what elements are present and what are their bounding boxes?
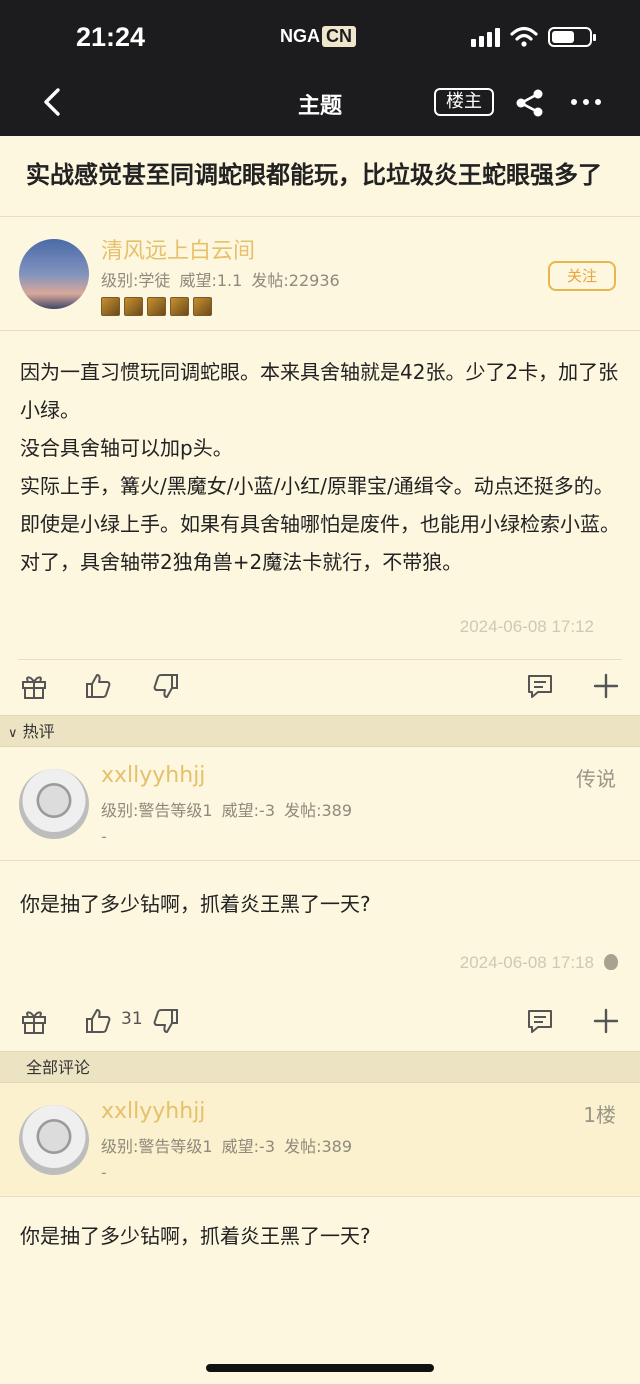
author-name[interactable]: 清风远上白云间 — [101, 233, 255, 265]
author-extra: - — [101, 1163, 107, 1182]
logo-text: NGA — [280, 25, 320, 46]
post-action-bar — [18, 659, 622, 715]
author-meta: 级别:警告等级1 威望:-3 发帖:389 — [101, 801, 353, 820]
thumbs-down-icon[interactable] — [152, 672, 180, 700]
share-icon[interactable] — [514, 88, 546, 118]
battery-icon — [548, 27, 596, 47]
status-time: 21:24 — [76, 22, 146, 52]
more-icon[interactable] — [568, 90, 604, 114]
post-time-text: 2024-06-08 17:12 — [459, 617, 594, 636]
owner-only-button[interactable]: 楼主 — [434, 88, 494, 116]
comment-icon[interactable] — [526, 1007, 554, 1035]
hot-comments-header[interactable]: ∨ 热评 — [0, 715, 640, 747]
author-meta: 级别:警告等级1 威望:-3 发帖:389 — [101, 1137, 353, 1156]
all-comments-header: 全部评论 — [0, 1051, 640, 1083]
avatar[interactable] — [19, 1105, 89, 1175]
comment-time-text: 2024-06-08 17:18 — [459, 953, 594, 972]
post-paragraph: 因为一直习惯玩同调蛇眼。本来具舍轴就是42张。少了2卡，加了张小绿。 — [20, 360, 619, 422]
badge-icon — [170, 297, 189, 316]
topic-title: 实战感觉甚至同调蛇眼都能玩，比垃圾炎王蛇眼强多了 — [0, 136, 640, 217]
gift-icon[interactable] — [20, 672, 48, 700]
author-name[interactable]: xxllyyhhjj — [101, 763, 205, 788]
apple-device-icon — [604, 954, 618, 970]
hot-comment-body: 你是抽了多少钻啊，抓着炎王黑了一天? — [0, 861, 640, 923]
post-paragraph: 即使是小绿上手。如果有具舍轴哪怕是废件，也能用小绿检索小蓝。 — [20, 512, 620, 536]
add-icon[interactable] — [592, 672, 620, 700]
app-logo: NGA CN — [280, 24, 356, 48]
post-body: 因为一直习惯玩同调蛇眼。本来具舍轴就是42张。少了2卡，加了张小绿。 没合具舍轴… — [0, 331, 640, 581]
logo-suffix: CN — [322, 25, 356, 47]
wifi-icon — [510, 26, 538, 47]
badge-icon — [124, 297, 143, 316]
chevron-down-icon: ∨ — [8, 726, 18, 741]
badge-icon — [193, 297, 212, 316]
follow-button[interactable]: 关注 — [548, 261, 616, 291]
comment-action-bar: 31 — [18, 995, 622, 1051]
home-indicator[interactable] — [206, 1364, 434, 1372]
back-arrow-icon[interactable] — [34, 84, 70, 120]
add-icon[interactable] — [592, 1007, 620, 1035]
hot-comments-label: 热评 — [22, 722, 55, 741]
comment-timestamp: 2024-06-08 17:18 — [0, 953, 640, 995]
comment-text: 你是抽了多少钻啊，抓着炎王黑了一天? — [20, 1224, 371, 1248]
author-meta: 级别:学徒 威望:1.1 发帖:22936 — [101, 271, 340, 290]
user-badges — [101, 297, 212, 316]
thumbs-down-icon[interactable] — [152, 1007, 180, 1035]
floor1-author-header: xxllyyhhjj 级别:警告等级1 威望:-3 发帖:389 - 1楼 — [0, 1083, 640, 1197]
post-paragraph: 没合具舍轴可以加p头。 — [20, 436, 233, 460]
author-extra: - — [101, 827, 107, 846]
comment-tag: 传说 — [576, 767, 616, 791]
gift-icon[interactable] — [20, 1007, 48, 1035]
thumbs-up-icon[interactable] — [84, 1007, 112, 1035]
floor-number: 1楼 — [583, 1103, 616, 1127]
cellular-signal-icon — [471, 27, 500, 47]
avatar[interactable] — [19, 769, 89, 839]
post-paragraph: 实际上手，篝火/黑魔女/小蓝/小红/原罪宝/通缉令。动点还挺多的。 — [20, 474, 614, 498]
status-icons — [471, 26, 596, 48]
comment-icon[interactable] — [526, 672, 554, 700]
comment-text: 你是抽了多少钻啊，抓着炎王黑了一天? — [20, 892, 371, 916]
badge-icon — [147, 297, 166, 316]
author-name[interactable]: xxllyyhhjj — [101, 1099, 205, 1124]
hot-comment-author-header: xxllyyhhjj 级别:警告等级1 威望:-3 发帖:389 - 传说 — [0, 747, 640, 861]
post-timestamp: 2024-06-08 17:12 — [0, 617, 640, 659]
post-paragraph: 对了，具舍轴带2独角兽+2魔法卡就行，不带狼。 — [20, 550, 463, 574]
thumbs-up-icon[interactable] — [84, 672, 112, 700]
all-comments-label: 全部评论 — [26, 1058, 91, 1077]
post-author-header: 清风远上白云间 级别:学徒 威望:1.1 发帖:22936 关注 — [0, 217, 640, 331]
avatar[interactable] — [19, 239, 89, 309]
like-count: 31 — [121, 1009, 143, 1029]
floor1-body: 你是抽了多少钻啊，抓着炎王黑了一天? — [0, 1197, 640, 1255]
top-bar: 21:24 NGA CN 主题 楼主 — [0, 0, 640, 136]
badge-icon — [101, 297, 120, 316]
